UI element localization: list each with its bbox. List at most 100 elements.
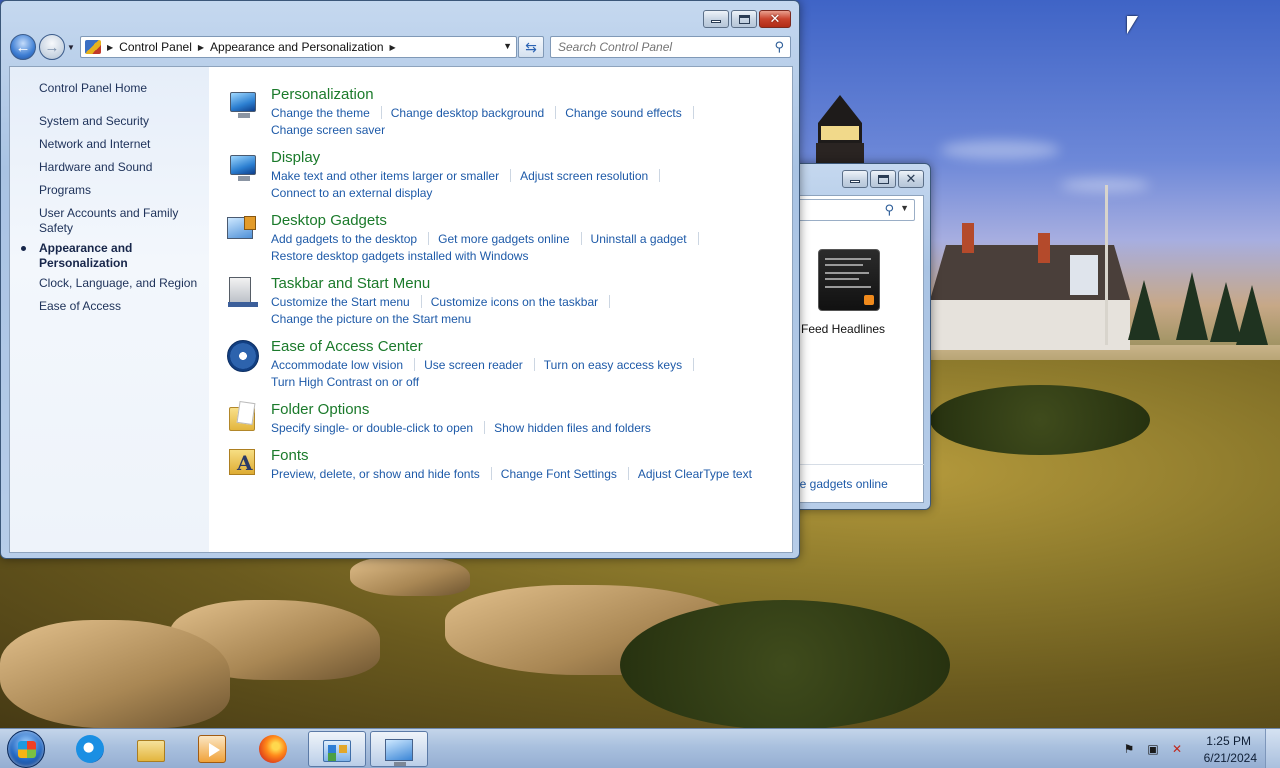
category-title[interactable]: Fonts xyxy=(271,447,309,464)
link-add-gadgets[interactable]: Add gadgets to the desktop xyxy=(271,232,417,246)
current-item-bullet xyxy=(21,246,26,251)
category-title[interactable]: Personalization xyxy=(271,86,374,103)
address-bar[interactable]: ▶ Control Panel ▶ Appearance and Persona… xyxy=(80,36,517,58)
link-hidden-files[interactable]: Show hidden files and folders xyxy=(494,421,651,435)
gadgets-content xyxy=(788,195,924,503)
bush xyxy=(930,385,1150,455)
link-easy-access-keys[interactable]: Turn on easy access keys xyxy=(544,358,682,372)
link-uninstall-gadget[interactable]: Uninstall a gadget xyxy=(591,232,687,246)
get-more-gadgets-link[interactable]: ore gadgets online xyxy=(789,477,888,491)
search-icon[interactable]: ⚲ xyxy=(884,202,894,218)
minimize-button[interactable] xyxy=(842,170,868,188)
control-panel-window[interactable]: ✕ ← → ▼ ▶ Control Panel ▶ Appearance and… xyxy=(0,0,800,559)
close-icon: ✕ xyxy=(905,171,917,187)
link-more-gadgets-online[interactable]: Get more gadgets online xyxy=(438,232,569,246)
link-separator xyxy=(692,106,694,119)
link-customize-taskbar-icons[interactable]: Customize icons on the taskbar xyxy=(431,295,598,309)
taskbar-internet-explorer[interactable] xyxy=(61,731,119,767)
link-change-background[interactable]: Change desktop background xyxy=(391,106,544,120)
refresh-button[interactable]: ⇆ xyxy=(518,36,544,58)
sidebar-item-appearance[interactable]: Appearance and Personalization xyxy=(39,241,149,271)
close-button[interactable]: ✕ xyxy=(759,10,791,28)
clock-time[interactable]: 1:25 PM xyxy=(1206,734,1251,748)
category-title[interactable]: Folder Options xyxy=(271,401,369,418)
link-restore-gadgets[interactable]: Restore desktop gadgets installed with W… xyxy=(271,249,528,263)
link-low-vision[interactable]: Accommodate low vision xyxy=(271,358,403,372)
network-icon[interactable]: ▣ xyxy=(1146,742,1160,756)
maximize-button[interactable] xyxy=(870,170,896,188)
display-icon[interactable] xyxy=(230,155,256,181)
maximize-button[interactable] xyxy=(731,10,757,28)
fonts-icon[interactable]: A xyxy=(229,449,255,475)
sidebar-item-system-security[interactable]: System and Security xyxy=(39,114,207,129)
link-change-screen-saver[interactable]: Change screen saver xyxy=(271,123,385,137)
link-change-theme[interactable]: Change the theme xyxy=(271,106,370,120)
windows-logo-icon xyxy=(18,741,36,758)
sidebar-item-programs[interactable]: Programs xyxy=(39,183,207,198)
show-desktop-button[interactable] xyxy=(1265,729,1280,768)
sidebar-item-control-panel-home[interactable]: Control Panel Home xyxy=(39,81,207,96)
gadgets-window[interactable]: ✕ s ⚲ ▼ Feed Headlines ore gadgets onlin… xyxy=(780,163,931,510)
link-high-contrast[interactable]: Turn High Contrast on or off xyxy=(271,375,419,389)
desktop-gadgets-icon[interactable] xyxy=(227,216,256,239)
forward-button[interactable]: → xyxy=(39,34,65,60)
clock-date[interactable]: 6/21/2024 xyxy=(1204,751,1257,765)
category-title[interactable]: Taskbar and Start Menu xyxy=(271,275,430,292)
link-cleartype[interactable]: Adjust ClearType text xyxy=(638,467,752,481)
breadcrumb-appearance[interactable]: Appearance and Personalization xyxy=(210,40,383,54)
system-tray: ⚑ ▣ ✕ 1:25 PM 6/21/2024 xyxy=(1110,729,1280,768)
category-title[interactable]: Desktop Gadgets xyxy=(271,212,387,229)
link-single-double-click[interactable]: Specify single- or double-click to open xyxy=(271,421,473,435)
category-title[interactable]: Ease of Access Center xyxy=(271,338,423,355)
link-screen-reader[interactable]: Use screen reader xyxy=(424,358,523,372)
sidebar-item-clock-language[interactable]: Clock, Language, and Region xyxy=(39,276,207,291)
action-center-flag-icon[interactable]: ⚑ xyxy=(1122,742,1136,756)
chevron-down-icon[interactable]: ▼ xyxy=(900,203,909,213)
taskbar-firefox[interactable] xyxy=(244,731,302,767)
taskbar-media-player[interactable] xyxy=(183,731,241,767)
start-button[interactable] xyxy=(7,730,45,768)
back-button[interactable]: ← xyxy=(10,34,36,60)
breadcrumb-arrow-icon[interactable]: ▶ xyxy=(107,43,113,52)
breadcrumb-control-panel[interactable]: Control Panel xyxy=(119,40,192,54)
taskbar-display-settings[interactable] xyxy=(370,731,428,767)
address-dropdown-icon[interactable]: ▼ xyxy=(503,41,512,51)
breadcrumb-arrow-icon[interactable]: ▶ xyxy=(198,43,204,52)
history-dropdown-icon[interactable]: ▼ xyxy=(67,43,75,52)
gadgets-search-input[interactable]: s ⚲ ▼ xyxy=(789,199,915,221)
taskbar-windows-explorer[interactable] xyxy=(122,731,180,767)
taskbar-icon[interactable] xyxy=(228,277,258,307)
link-external-display[interactable]: Connect to an external display xyxy=(271,186,432,200)
personalization-icon[interactable] xyxy=(230,92,256,118)
sidebar-item-hardware-sound[interactable]: Hardware and Sound xyxy=(39,160,207,175)
taskbar-control-panel[interactable] xyxy=(308,731,366,767)
search-input[interactable] xyxy=(551,37,761,57)
link-change-start-picture[interactable]: Change the picture on the Start menu xyxy=(271,312,471,326)
feed-headlines-gadget[interactable] xyxy=(818,249,880,311)
close-button[interactable]: ✕ xyxy=(898,170,924,188)
sidebar-item-network[interactable]: Network and Internet xyxy=(39,137,207,152)
link-change-sound-effects[interactable]: Change sound effects xyxy=(565,106,682,120)
folder-options-icon[interactable] xyxy=(229,407,255,431)
volume-muted-icon[interactable]: ✕ xyxy=(1170,742,1184,756)
link-font-settings[interactable]: Change Font Settings xyxy=(501,467,617,481)
link-screen-resolution[interactable]: Adjust screen resolution xyxy=(520,169,648,183)
link-separator xyxy=(609,295,611,308)
link-separator xyxy=(490,467,492,480)
media-player-icon xyxy=(198,735,226,763)
link-text-size[interactable]: Make text and other items larger or smal… xyxy=(271,169,499,183)
search-box[interactable]: ⚲ xyxy=(550,36,791,58)
back-arrow-icon: ← xyxy=(15,38,31,56)
ease-of-access-icon[interactable] xyxy=(227,340,259,372)
category-title[interactable]: Display xyxy=(271,149,320,166)
link-customize-start-menu[interactable]: Customize the Start menu xyxy=(271,295,410,309)
breadcrumb-arrow-icon[interactable]: ▶ xyxy=(390,43,396,52)
control-panel-icon xyxy=(85,40,101,54)
search-icon[interactable]: ⚲ xyxy=(774,39,784,55)
minimize-button[interactable] xyxy=(703,10,729,28)
mouse-cursor-icon xyxy=(1127,16,1138,34)
gadget-label: Feed Headlines xyxy=(801,322,886,336)
link-preview-fonts[interactable]: Preview, delete, or show and hide fonts xyxy=(271,467,480,481)
sidebar-item-user-accounts[interactable]: User Accounts and Family Safety xyxy=(39,206,189,236)
sidebar-item-ease-of-access[interactable]: Ease of Access xyxy=(39,299,207,314)
